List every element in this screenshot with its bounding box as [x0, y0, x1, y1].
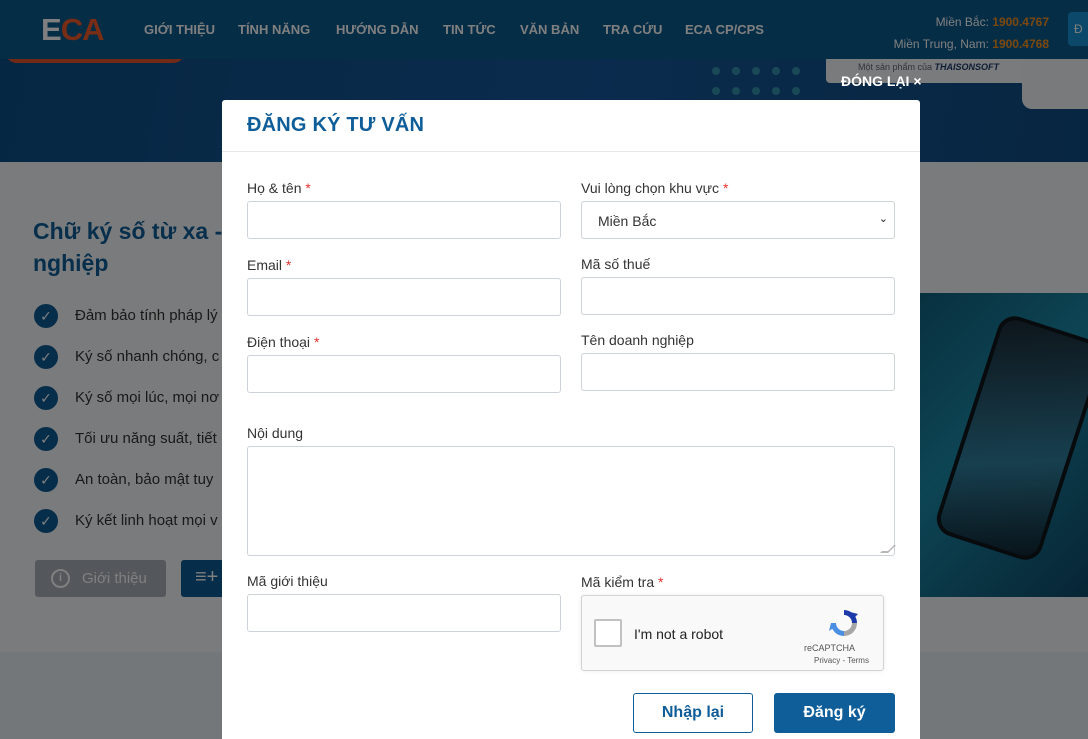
region-select[interactable]: Miền Bắc ⌄ [581, 201, 895, 239]
consult-registration-modal: ĐĂNG KÝ TƯ VẤN Họ & tên * Vui lòng chọn … [222, 100, 920, 739]
tax-code-input[interactable] [581, 277, 895, 315]
recaptcha-terms-link[interactable]: Privacy - Terms [814, 656, 869, 665]
referral-code-label: Mã giới thiệu [247, 573, 328, 589]
reset-button[interactable]: Nhập lại [633, 693, 753, 733]
referral-code-input[interactable] [247, 594, 561, 632]
content-label: Nội dung [247, 425, 304, 441]
recaptcha-brand: reCAPTCHA [804, 643, 856, 653]
phone-input[interactable] [247, 355, 561, 393]
content-textarea[interactable] [247, 446, 896, 556]
email-input[interactable] [247, 278, 561, 316]
chevron-down-icon: ⌄ [878, 213, 888, 225]
phone-label: Điện thoại * [247, 334, 320, 350]
tax-code-label: Mã số thuế [581, 256, 651, 272]
email-label: Email * [247, 257, 292, 273]
recaptcha-checkbox[interactable] [594, 619, 622, 647]
recaptcha-widget: I'm not a robot reCAPTCHA Privacy - Term… [581, 595, 884, 671]
modal-header: ĐĂNG KÝ TƯ VẤN [222, 100, 920, 152]
name-label: Họ & tên * [247, 180, 311, 196]
region-label: Vui lòng chọn khu vực * [581, 180, 729, 196]
resize-handle-icon[interactable] [880, 545, 896, 553]
name-input[interactable] [247, 201, 561, 239]
recaptcha-icon [829, 610, 858, 636]
company-name-input[interactable] [581, 353, 895, 391]
modal-title: ĐĂNG KÝ TƯ VẤN [247, 114, 425, 136]
submit-button[interactable]: Đăng ký [774, 693, 895, 733]
close-modal-button[interactable]: ĐÓNG LẠI × [841, 73, 922, 89]
captcha-label: Mã kiểm tra * [581, 574, 664, 590]
recaptcha-text: I'm not a robot [634, 626, 724, 642]
company-name-label: Tên doanh nghiệp [581, 332, 694, 348]
